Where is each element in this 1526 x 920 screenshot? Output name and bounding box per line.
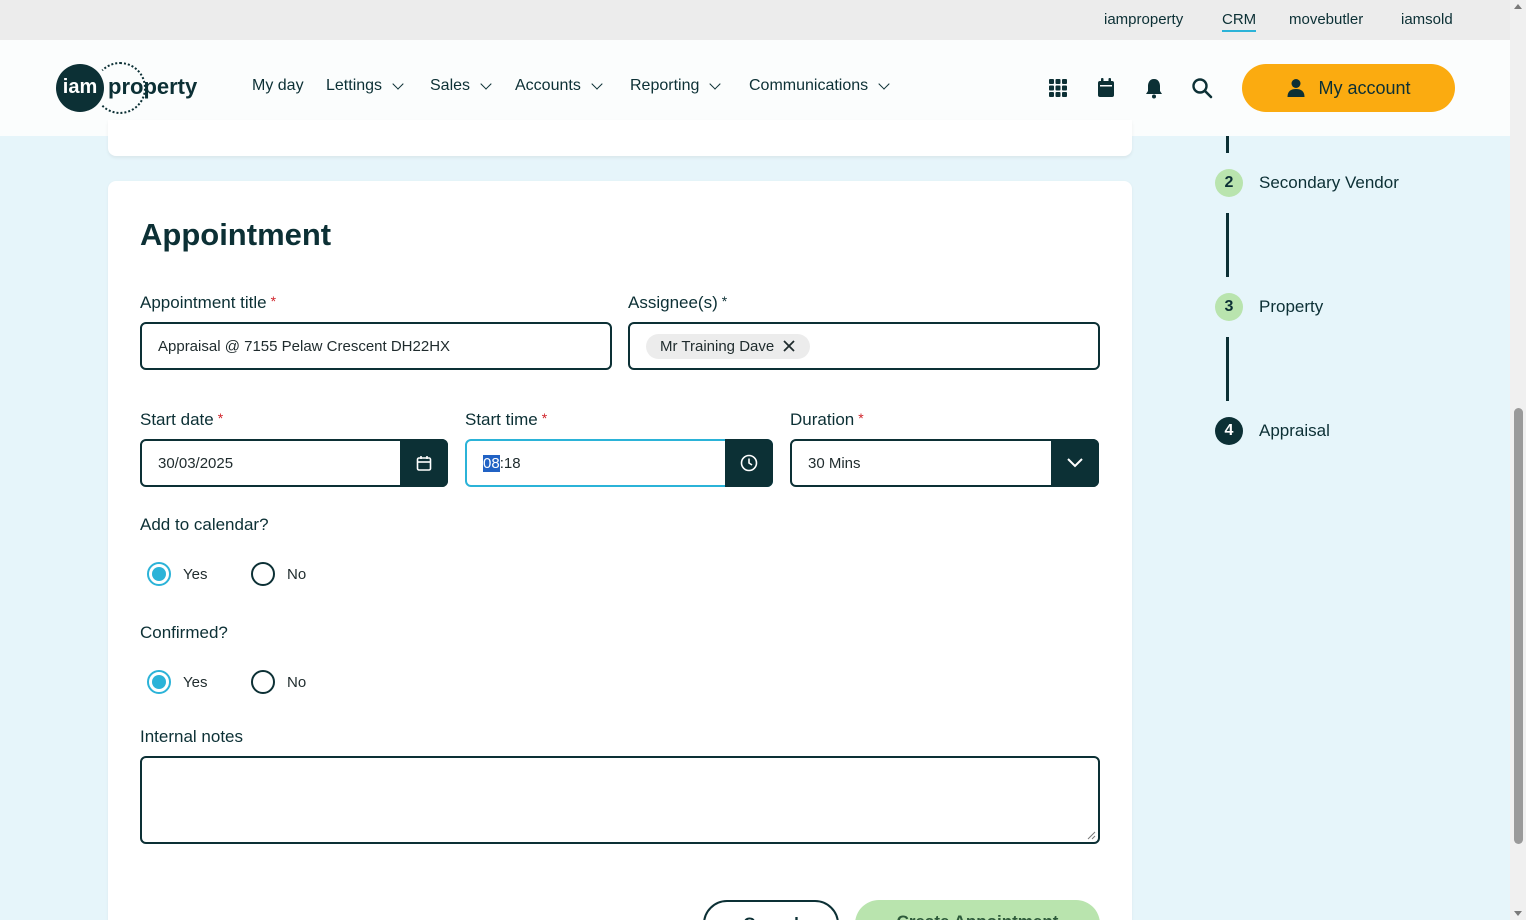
link-movebutler[interactable]: movebutler <box>1289 11 1363 28</box>
nav-reporting[interactable]: Reporting <box>630 77 722 95</box>
assignees-input[interactable]: Mr Training Dave <box>628 322 1100 370</box>
duration-select[interactable]: 30 Mins <box>790 439 1099 487</box>
radio-selected-indicator <box>147 562 171 586</box>
nav-communications[interactable]: Communications <box>749 77 890 95</box>
step-label-property[interactable]: Property <box>1259 297 1323 317</box>
date-picker-button[interactable] <box>400 439 448 487</box>
chevron-down-icon <box>591 77 603 90</box>
close-icon[interactable] <box>782 339 796 353</box>
step-number: 4 <box>1215 417 1243 445</box>
assignee-chip: Mr Training Dave <box>646 333 811 359</box>
logo[interactable]: iam property <box>56 62 206 114</box>
scrollbar-thumb[interactable] <box>1514 408 1523 844</box>
start-date-input[interactable]: 30/03/2025 <box>140 439 448 487</box>
radio-selected-indicator <box>147 670 171 694</box>
required-marker: * <box>270 293 277 309</box>
appointment-title-label: Appointment title * <box>140 293 277 312</box>
previous-section-card <box>108 120 1132 156</box>
nav-sales[interactable]: Sales <box>430 77 492 95</box>
step-connector <box>1226 337 1229 401</box>
calendar-no-radio[interactable]: No <box>251 562 306 586</box>
bell-icon[interactable] <box>1143 77 1165 99</box>
time-picker-button[interactable] <box>725 439 773 487</box>
chevron-down-icon <box>392 77 404 90</box>
section-heading: Appointment <box>140 217 332 252</box>
step-number: 2 <box>1215 169 1243 197</box>
step-number: 3 <box>1215 293 1243 321</box>
create-appointment-button[interactable]: Create Appointment <box>855 900 1100 920</box>
duration-label: Duration * <box>790 410 864 429</box>
step-label-appraisal[interactable]: Appraisal <box>1259 421 1330 441</box>
step-connector <box>1226 213 1229 277</box>
link-crm[interactable]: CRM <box>1222 11 1257 32</box>
scroll-down-arrow-icon[interactable] <box>1514 911 1522 916</box>
search-icon[interactable] <box>1191 77 1213 99</box>
start-time-label: Start time * <box>465 410 548 429</box>
logo-word: property <box>108 74 198 99</box>
appointment-card: Appointment Appointment title * Appraisal… <box>108 181 1132 920</box>
user-icon <box>1287 79 1305 97</box>
required-marker: * <box>217 410 224 426</box>
nav-lettings[interactable]: Lettings <box>326 77 404 95</box>
start-time-input[interactable]: 08:18 <box>465 439 773 487</box>
appointment-title-input[interactable]: Appraisal @ 7155 Pelaw Crescent DH22HX <box>140 322 612 370</box>
confirmed-yes-radio[interactable]: Yes <box>147 670 207 694</box>
apps-grid-icon[interactable] <box>1047 77 1069 99</box>
start-time-hours-selected: 08 <box>483 454 500 472</box>
required-marker: * <box>721 293 728 309</box>
chevron-down-icon <box>1067 458 1083 468</box>
my-account-button[interactable]: My account <box>1242 64 1455 112</box>
chevron-down-icon <box>709 77 722 90</box>
duration-dropdown-button[interactable] <box>1051 439 1099 487</box>
top-utility-bar: iamproperty CRM movebutler iamsold <box>0 0 1510 40</box>
step-connector <box>1226 136 1229 153</box>
step-label-secondary-vendor[interactable]: Secondary Vendor <box>1259 173 1399 193</box>
calendar-icon[interactable] <box>1095 77 1117 99</box>
nav-accounts[interactable]: Accounts <box>515 77 603 95</box>
calendar-yes-radio[interactable]: Yes <box>147 562 207 586</box>
resize-handle-icon[interactable] <box>1086 830 1096 840</box>
required-marker: * <box>858 410 864 426</box>
chevron-down-icon <box>480 77 492 90</box>
internal-notes-textarea[interactable] <box>140 756 1100 844</box>
link-iamsold[interactable]: iamsold <box>1401 11 1453 28</box>
chevron-down-icon <box>878 77 890 90</box>
required-marker: * <box>541 410 548 426</box>
calendar-icon <box>416 456 432 471</box>
page-scrollbar[interactable] <box>1510 0 1526 920</box>
scroll-up-arrow-icon[interactable] <box>1514 4 1522 9</box>
radio-indicator <box>251 670 275 694</box>
confirmed-label: Confirmed? <box>140 623 228 642</box>
confirmed-no-radio[interactable]: No <box>251 670 306 694</box>
internal-notes-label: Internal notes <box>140 727 244 746</box>
nav-my-day[interactable]: My day <box>252 77 304 95</box>
assignees-label: Assignee(s) * <box>628 293 728 312</box>
add-to-calendar-label: Add to calendar? <box>140 515 269 534</box>
cancel-button[interactable]: Cancel <box>703 900 839 920</box>
clock-icon <box>740 454 758 472</box>
start-date-label: Start date * <box>140 410 224 429</box>
link-iamproperty[interactable]: iamproperty <box>1104 11 1183 28</box>
radio-indicator <box>251 562 275 586</box>
